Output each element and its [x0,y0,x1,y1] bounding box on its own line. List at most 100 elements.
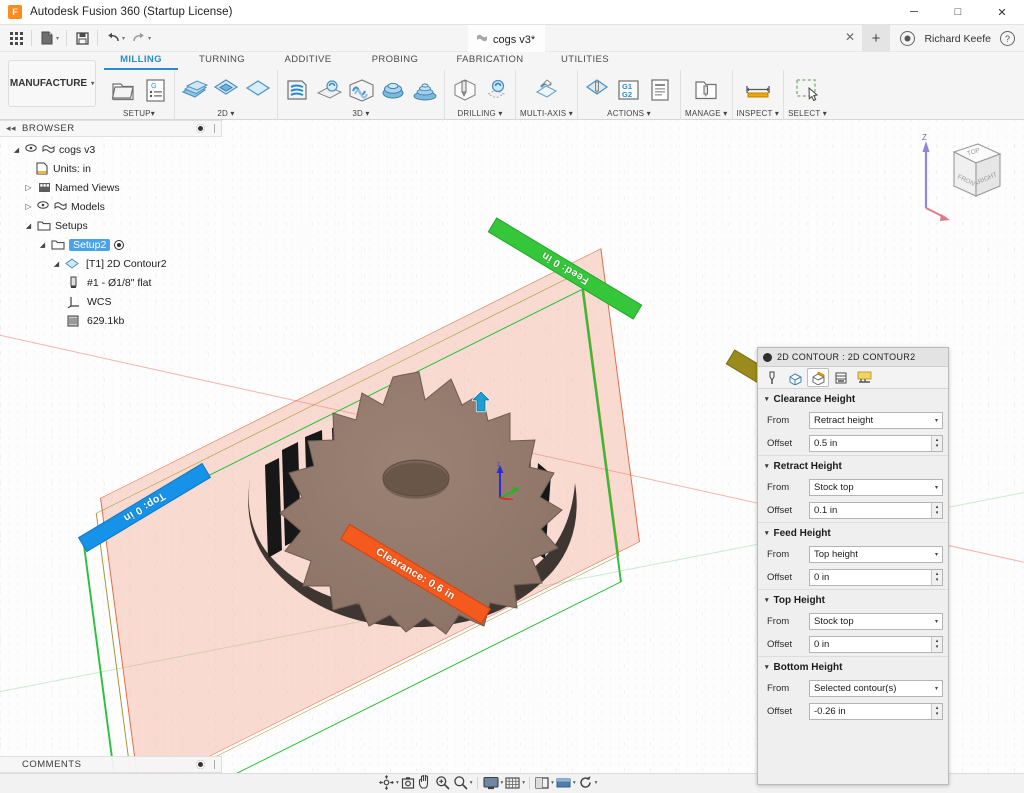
panel-setup-label[interactable]: SETUP▾ [123,109,155,120]
contour-2d-icon[interactable] [211,74,241,106]
display-settings-caret[interactable]: ▾ [501,780,504,786]
tree-node-setup2[interactable]: Setup2 [6,235,222,254]
panel-3d-label[interactable]: 3D ▾ [352,109,369,120]
bottom-offset-input[interactable]: -0.26 in ▴ ▾ [809,703,943,720]
browser-toggle-caret[interactable]: ▾ [573,780,576,786]
viewports-icon[interactable] [534,774,550,792]
panel-select-label[interactable]: SELECT ▾ [788,109,827,120]
panel-actions-label[interactable]: ACTIONS ▾ [607,109,651,120]
panel-grip[interactable] [214,124,215,133]
orbit-icon[interactable] [378,774,395,792]
tree-node-wcs[interactable]: WCS [6,292,222,311]
panel-drilling-label[interactable]: DRILLING ▾ [457,109,502,120]
tab-heights[interactable] [807,368,829,387]
setup-sheet-icon[interactable] [646,74,676,106]
minimize-button[interactable]: ─ [892,0,936,25]
clearance-offset-input[interactable]: 0.5 in ▴ ▾ [809,435,943,452]
tab-fabrication[interactable]: FABRICATION [440,52,540,68]
tab-additive[interactable]: ADDITIVE [266,52,350,68]
group-header[interactable]: ▾ Feed Height [758,523,948,543]
expander-icon[interactable] [24,202,33,211]
tree-node-models[interactable]: Models [6,197,222,216]
workspace-selector[interactable]: MANUFACTURE ▾ [8,60,96,107]
scallop-icon[interactable] [378,74,408,106]
adaptive-clearing-icon[interactable] [282,74,312,106]
spinner-arrows[interactable]: ▴ ▾ [931,503,942,518]
redo-caret[interactable]: ▾ [148,35,151,42]
measure-icon[interactable] [743,74,773,106]
bore-icon[interactable] [481,74,511,106]
tree-node-2d-contour2[interactable]: [T1] 2D Contour2 [6,254,222,273]
feed-from-select[interactable]: Top height ▾ [809,546,943,563]
twisty-icon[interactable]: ▾ [765,596,769,604]
refresh-icon[interactable] [577,774,594,792]
tree-node-units[interactable]: Units: in [6,159,222,178]
drill-icon[interactable] [449,74,479,106]
panel-inspect-label[interactable]: INSPECT ▾ [737,109,780,120]
panel-manage-label[interactable]: MANAGE ▾ [685,109,728,120]
retract-offset-input[interactable]: 0.1 in ▴ ▾ [809,502,943,519]
display-settings-icon[interactable] [482,774,500,792]
pan-hand-icon[interactable] [417,774,433,792]
panel-grip[interactable] [214,760,215,769]
tab-passes[interactable] [830,368,852,387]
spinner-arrows[interactable]: ▴ ▾ [931,704,942,719]
app-grid-icon[interactable] [5,28,27,49]
parallel-icon[interactable] [346,74,376,106]
zoom-window-caret[interactable]: ▾ [470,780,473,786]
viewports-caret[interactable]: ▾ [551,780,554,786]
tab-turning[interactable]: TURNING [178,52,266,68]
top-offset-input[interactable]: 0 in ▴ ▾ [809,636,943,653]
tab-tool[interactable] [761,368,783,387]
tool-library-icon[interactable] [691,74,721,106]
bottom-from-select[interactable]: Selected contour(s) ▾ [809,680,943,697]
group-header[interactable]: ▾ Top Height [758,590,948,610]
tree-node-tool[interactable]: #1 - Ø1/8" flat [6,273,222,292]
help-icon[interactable]: ? [1000,31,1015,46]
zoom-window-icon[interactable] [452,774,469,792]
look-at-icon[interactable] [400,774,416,792]
save-icon[interactable] [71,28,93,49]
group-header[interactable]: ▾ Bottom Height [758,657,948,677]
view-cube[interactable]: Z TOP FRONT RIGHT [908,128,1004,224]
panel-multi-axis-label[interactable]: MULTI-AXIS ▾ [520,109,573,120]
tree-node-setups[interactable]: Setups [6,216,222,235]
new-document-caret[interactable]: ▾ [56,35,59,42]
new-document-icon[interactable] [36,28,58,49]
multi-axis-icon[interactable] [531,74,561,106]
collapse-panel-icon[interactable]: ◂◂ [6,123,16,134]
face-icon[interactable] [179,74,209,106]
tree-node-named-views[interactable]: Named Views [6,178,222,197]
top-from-select[interactable]: Stock top ▾ [809,613,943,630]
new-tab-button[interactable]: + [862,25,890,52]
dialog-title-bar[interactable]: 2D CONTOUR : 2D CONTOUR2 [758,348,948,367]
expander-icon[interactable] [12,146,21,154]
expander-icon[interactable] [38,241,47,249]
pocket-icon[interactable] [243,74,273,106]
eye-icon[interactable] [25,144,37,155]
group-header[interactable]: ▾ Clearance Height [758,389,948,409]
setup-folder-icon[interactable] [108,74,138,106]
operation-dialog[interactable]: 2D CONTOUR : 2D CONTOUR2 ▾ Clearance Hei… [757,347,949,785]
tab-probing[interactable]: PROBING [350,52,440,68]
pocket-clearing-icon[interactable] [314,74,344,106]
dialog-menu-icon[interactable] [763,352,772,362]
bell-icon[interactable] [900,31,916,46]
spinner-arrows[interactable]: ▴ ▾ [931,436,942,451]
twisty-icon[interactable]: ▾ [765,663,769,671]
feed-offset-input[interactable]: 0 in ▴ ▾ [809,569,943,586]
spiral-icon[interactable] [410,74,440,106]
undo-icon[interactable] [102,28,124,49]
zoom-icon[interactable] [434,774,451,792]
tree-node-toolpath-size[interactable]: 629.1kb [6,311,222,330]
clearance-from-select[interactable]: Retract height ▾ [809,412,943,429]
setup-active-radio[interactable] [114,239,125,250]
tab-geometry[interactable] [784,368,806,387]
tree-node-cogs-v3[interactable]: cogs v3 [6,140,222,159]
post-process-icon[interactable]: G1 G2 [614,74,644,106]
document-tab[interactable]: cogs v3* [468,25,546,52]
undo-caret[interactable]: ▾ [122,35,125,42]
comments-settings-icon[interactable] [196,760,205,769]
tab-utilities[interactable]: UTILITIES [540,52,630,68]
twisty-icon[interactable]: ▾ [765,529,769,537]
